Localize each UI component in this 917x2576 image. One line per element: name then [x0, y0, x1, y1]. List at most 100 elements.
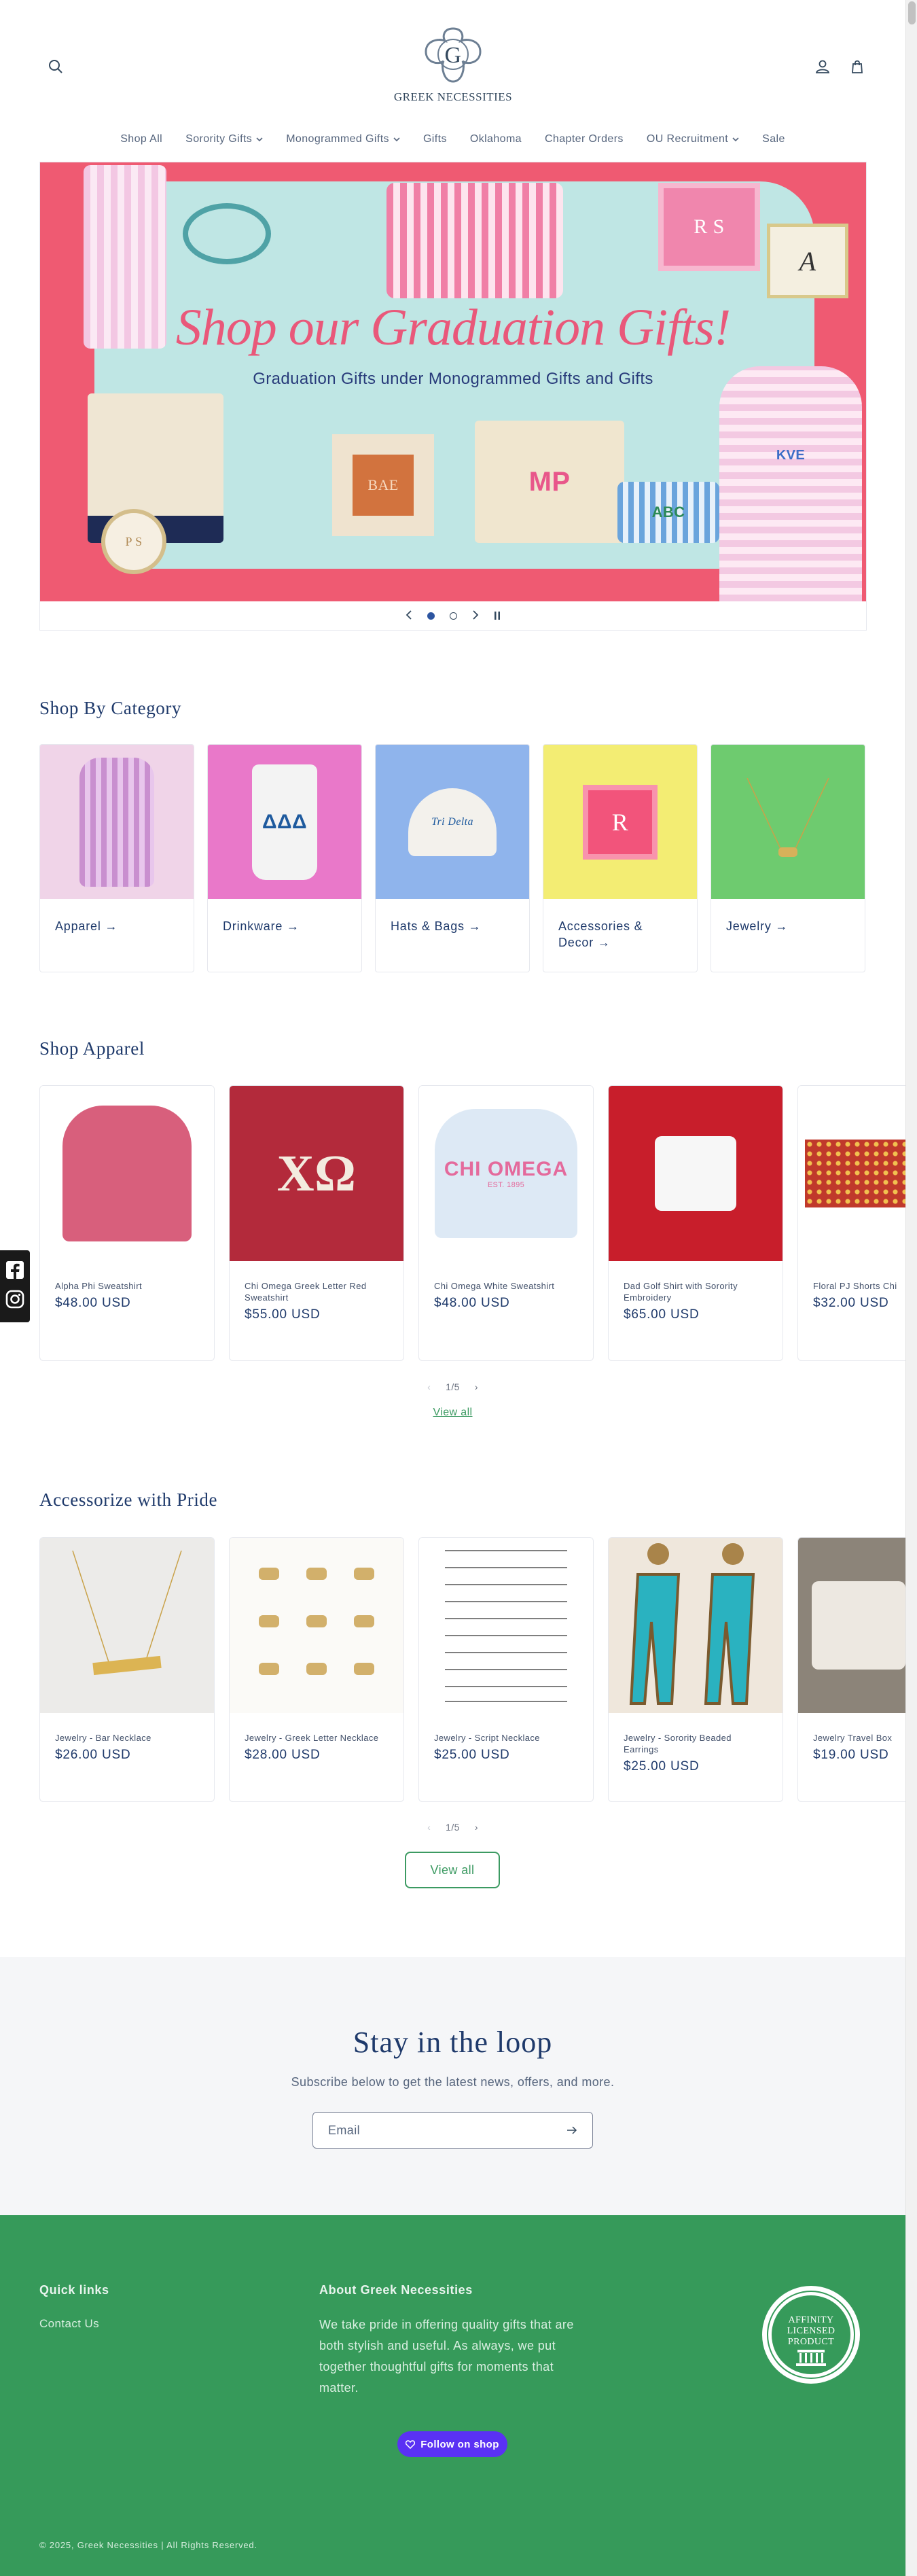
tray-letter: R — [583, 784, 658, 860]
product-image — [230, 1538, 403, 1713]
category-card-hats-bags[interactable]: Tri Delta Hats & Bags → — [375, 744, 530, 972]
social-sidebar — [0, 1250, 30, 1322]
product-price: $55.00 USD — [245, 1307, 321, 1322]
chevron-left-icon[interactable]: ‹ — [427, 1381, 431, 1392]
product-price: $25.00 USD — [624, 1759, 700, 1774]
apparel-view-all-link[interactable]: View all — [0, 1407, 905, 1419]
instagram-icon[interactable] — [5, 1290, 24, 1312]
category-card-jewelry[interactable]: Jewelry → — [711, 744, 865, 972]
product-card[interactable]: XΩ Chi Omega Greek Letter Red Sweatshirt… — [229, 1085, 404, 1361]
pager-count: 1/5 — [446, 1822, 460, 1833]
accessories-pager: ‹ 1/5 › — [0, 1822, 905, 1833]
product-card[interactable]: Floral PJ Shorts Chi $32.00 USD — [797, 1085, 906, 1361]
product-title: Dad Golf Shirt with Sorority Embroidery — [624, 1281, 738, 1303]
leather-tray-image: BAE — [332, 434, 434, 536]
cream-tray-image: A — [767, 224, 848, 298]
category-label: Hats & Bags → — [391, 919, 482, 933]
account-icon[interactable] — [813, 57, 832, 76]
chevron-left-icon[interactable] — [406, 609, 412, 623]
page-scrollbar[interactable] — [905, 0, 917, 2576]
shirt-print: CHI OMEGA — [444, 1158, 569, 1180]
slide-dot-1[interactable] — [427, 612, 435, 620]
compact-monogram: P S — [125, 534, 143, 548]
product-price: $32.00 USD — [813, 1296, 889, 1310]
cart-icon[interactable] — [848, 57, 867, 76]
email-placeholder: Email — [328, 2123, 361, 2137]
tumbler-letters: ΔΔΔ — [252, 764, 317, 880]
email-field[interactable]: Email — [312, 2112, 593, 2149]
nav-item-gifts[interactable]: Gifts — [423, 133, 447, 145]
newsletter-heading: Stay in the loop — [353, 2026, 553, 2059]
nav-item-monogrammed-gifts[interactable]: Monogrammed Gifts — [286, 133, 400, 145]
badge-line-1: AFFINITY — [789, 2315, 834, 2325]
about-text: We take pride in offering quality gifts … — [319, 2318, 574, 2395]
affinity-licensed-badge: AFFINITY LICENSED PRODUCT — [762, 2286, 860, 2384]
footer-link-contact[interactable]: Contact Us — [39, 2317, 99, 2331]
pink-tray-image: R S — [658, 183, 760, 271]
product-card[interactable]: Dad Golf Shirt with Sorority Embroidery … — [608, 1085, 783, 1361]
nav-item-chapter-orders[interactable]: Chapter Orders — [545, 133, 624, 145]
chevron-left-icon[interactable]: ‹ — [427, 1822, 431, 1833]
product-image — [609, 1538, 783, 1713]
product-card[interactable]: Alpha Phi Sweatshirt $48.00 USD — [39, 1085, 215, 1361]
product-title: Alpha Phi Sweatshirt — [55, 1281, 142, 1291]
product-card[interactable]: Jewelry - Greek Letter Necklace $28.00 U… — [229, 1537, 404, 1802]
product-price: $19.00 USD — [813, 1748, 889, 1762]
category-image: Tri Delta — [376, 745, 529, 899]
striped-bags-image — [386, 183, 563, 298]
nav-item-sale[interactable]: Sale — [762, 133, 785, 145]
nav-item-shop-all[interactable]: Shop All — [120, 133, 162, 145]
leather-tray-monogram: BAE — [353, 455, 414, 516]
newsletter-section: Stay in the loop Subscribe below to get … — [0, 1957, 905, 2215]
category-label: Apparel → — [55, 919, 118, 933]
category-card-drinkware[interactable]: ΔΔΔ Drinkware → — [207, 744, 362, 972]
category-image — [711, 745, 865, 899]
scrollbar-thumb[interactable] — [908, 1, 916, 24]
slideshow-controls — [40, 601, 866, 630]
follow-on-shop-button[interactable]: Follow on shop — [397, 2431, 507, 2457]
quick-links-heading: Quick links — [39, 2283, 109, 2297]
hero-banner-image[interactable]: R S A Shop our Graduation Gifts! Graduat… — [40, 162, 866, 601]
product-price: $65.00 USD — [624, 1307, 700, 1322]
shirt-print-sub: EST. 1895 — [487, 1181, 525, 1189]
logo-mark: G — [425, 27, 482, 83]
category-image — [40, 745, 194, 899]
store-logo[interactable]: G GREEK NECESSITIES — [387, 26, 519, 104]
product-card[interactable]: Jewelry - Sorority Beaded Earrings $25.0… — [608, 1537, 783, 1802]
slide-dot-2[interactable] — [450, 612, 457, 620]
category-card-apparel[interactable]: Apparel → — [39, 744, 194, 972]
blue-pouch-image: ABC — [617, 482, 719, 543]
search-icon[interactable] — [46, 57, 65, 76]
arrow-right-icon[interactable] — [567, 2123, 577, 2138]
product-title: Jewelry - Sorority Beaded Earrings — [624, 1733, 732, 1754]
tray-monogram: A — [799, 245, 816, 277]
nav-item-ou-recruitment[interactable]: OU Recruitment — [647, 133, 739, 145]
accessories-view-all-button[interactable]: View all — [405, 1852, 500, 1888]
nav-item-sorority-gifts[interactable]: Sorority Gifts — [185, 133, 263, 145]
chevron-right-icon[interactable] — [472, 609, 479, 623]
site-header: G GREEK NECESSITIES — [0, 0, 905, 126]
category-image: ΔΔΔ — [208, 745, 361, 899]
product-card[interactable]: CHI OMEGA EST. 1895 Chi Omega White Swea… — [418, 1085, 594, 1361]
copyright-text: © 2025, Greek Necessities | All Rights R… — [39, 2540, 257, 2550]
chevron-right-icon[interactable]: › — [475, 1822, 478, 1833]
product-image — [609, 1086, 783, 1261]
product-card[interactable]: Jewelry Travel Box $19.00 USD — [797, 1537, 906, 1802]
nav-item-oklahoma[interactable]: Oklahoma — [470, 133, 522, 145]
product-card[interactable]: Jewelry - Script Necklace $25.00 USD — [418, 1537, 594, 1802]
chevron-down-icon — [256, 137, 263, 141]
apparel-pager: ‹ 1/5 › — [0, 1381, 905, 1392]
product-image: XΩ — [230, 1086, 403, 1261]
pause-icon[interactable] — [494, 609, 501, 623]
product-image: CHI OMEGA EST. 1895 — [419, 1086, 593, 1261]
category-image: R — [543, 745, 697, 899]
facebook-icon[interactable] — [5, 1260, 24, 1283]
svg-text:G: G — [445, 43, 462, 68]
nav-label: Sale — [762, 133, 785, 145]
chevron-right-icon[interactable]: › — [475, 1381, 478, 1392]
product-card[interactable]: Jewelry - Bar Necklace $26.00 USD — [39, 1537, 215, 1802]
heart-icon — [406, 2439, 416, 2449]
nav-label: Chapter Orders — [544, 133, 624, 145]
category-card-accessories-decor[interactable]: R Accessories & Decor → — [543, 744, 698, 972]
product-title: Jewelry Travel Box — [813, 1733, 893, 1743]
